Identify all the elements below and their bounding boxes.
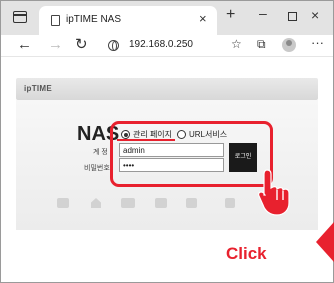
pointer-hand-icon xyxy=(258,169,290,216)
disk-icon xyxy=(57,198,69,208)
more-options-icon[interactable]: ··· xyxy=(311,35,324,50)
account-label: 계 정 xyxy=(93,149,108,156)
tab-iptime-nas[interactable]: ipTIME NAS × xyxy=(39,6,217,35)
page-icon xyxy=(51,15,60,26)
new-tab-button[interactable]: + xyxy=(226,6,235,24)
click-annotation: Click xyxy=(226,244,267,263)
monitor-icon xyxy=(121,198,135,208)
highlight-box xyxy=(110,121,273,187)
tab-actions-icon[interactable] xyxy=(13,11,27,23)
home-icon xyxy=(91,198,101,208)
photo-icon xyxy=(155,198,167,208)
profile-avatar[interactable] xyxy=(282,38,296,52)
red-arrow-icon xyxy=(316,222,334,262)
tab-close-icon[interactable]: × xyxy=(199,11,207,26)
music-icon xyxy=(225,198,235,208)
maximize-button[interactable] xyxy=(288,12,297,21)
close-window-button[interactable]: × xyxy=(311,7,319,23)
iptime-logo: ipTIME xyxy=(24,84,53,93)
tab-bar: ipTIME NAS × + – × xyxy=(1,1,333,35)
video-icon xyxy=(186,198,197,208)
header-strip: ipTIME xyxy=(16,78,318,100)
password-label: 비밀번호 xyxy=(84,165,110,172)
reload-icon[interactable]: ↻ xyxy=(75,35,88,53)
site-info-icon[interactable] xyxy=(108,40,119,51)
favorites-star-icon[interactable]: ☆ xyxy=(231,37,242,51)
highlight-underline xyxy=(117,139,175,141)
collections-icon[interactable]: ⧉ xyxy=(257,37,266,52)
forward-arrow-icon[interactable]: → xyxy=(48,36,63,53)
back-arrow-icon[interactable]: ← xyxy=(17,36,32,53)
address-toolbar: ← → ↻ 192.168.0.250 ☆ ⧉ ··· xyxy=(1,35,333,57)
address-bar[interactable]: 192.168.0.250 xyxy=(129,39,193,50)
minimize-button[interactable]: – xyxy=(259,5,267,21)
tab-title: ipTIME NAS xyxy=(66,14,122,25)
